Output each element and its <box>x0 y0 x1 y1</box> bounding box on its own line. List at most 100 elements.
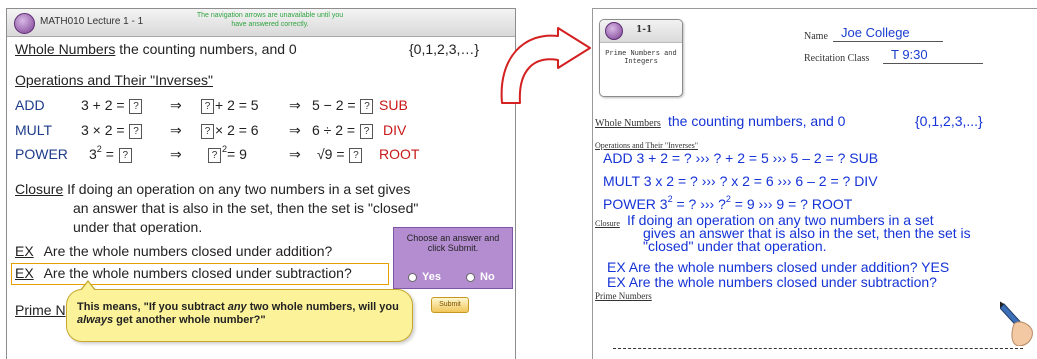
operations-heading: Operations and Their "Inverses" <box>15 72 214 88</box>
no-label: No <box>480 271 495 283</box>
add-expr: 3 + 2 = <box>81 97 125 113</box>
logo-icon <box>14 13 35 34</box>
equals: = <box>105 146 114 162</box>
op-mult: MULT <box>15 122 53 138</box>
hint-text-part: two whole numbers, will you <box>246 301 399 313</box>
power-exponent: 2 <box>222 144 228 154</box>
answer-box: ? <box>208 147 221 163</box>
add-line: ADD 3 + 2 = ? ››› ? + 2 = 5 ››› 5 – 2 = … <box>603 150 879 166</box>
prime-numbers-label: Prime Numbers <box>595 291 652 301</box>
power-missing: ?2= 9 <box>207 144 247 163</box>
closure-line-1: Closure If doing an operation on any two… <box>15 181 410 197</box>
window-title: MATH010 Lecture 1 - 1 <box>40 16 144 27</box>
hint-text-part: This means, "If you subtract <box>77 301 228 313</box>
logo-icon <box>605 22 623 40</box>
add-row: ADD 3 + 2 = ? ⇒ ? + 2 = 5 ⇒ 5 − 2 = ? SUB <box>7 97 507 117</box>
answer-box: ? <box>201 98 214 114</box>
add-inverse: 5 − 2 = ? <box>312 97 374 114</box>
submit-button[interactable]: Submit <box>431 297 469 313</box>
hint-emphasis-always: always <box>77 314 114 326</box>
hint-text-part: get another whole number?" <box>113 314 266 326</box>
inverse-sub: SUB <box>379 97 408 113</box>
add-missing-expr: + 2 = 5 <box>215 97 259 113</box>
div-expr: 6 ÷ 2 = <box>312 122 356 138</box>
arrow: ⇒ <box>289 122 301 138</box>
inverse-div: DIV <box>383 122 407 138</box>
whole-numbers-set: {0,1,2,3,…} <box>409 41 480 57</box>
closure-text-3: under that operation. <box>73 219 203 235</box>
mult-missing-expr: × 2 = 6 <box>215 122 259 138</box>
power-forward: 32 = ? <box>89 144 133 163</box>
arrow: ⇒ <box>170 97 182 113</box>
lecture-slide-panel: MATH010 Lecture 1 - 1 The navigation arr… <box>6 8 516 359</box>
power-exponent: 2 <box>667 194 673 204</box>
name-label: Name <box>804 31 828 42</box>
lecture-number: 1-1 <box>636 25 653 35</box>
answer-box: ? <box>118 147 132 163</box>
answer-chooser: Choose an answer and click Submit. Yes N… <box>393 227 513 289</box>
handwritten-notes-panel: 1-1 Prime Numbers and Integers Name Joe … <box>592 8 1037 359</box>
root-expr: √9 = <box>317 146 345 162</box>
prime-numbers-partial: Prime N <box>15 302 66 318</box>
answer-box: ? <box>129 123 143 139</box>
whole-numbers-text: the counting numbers, and 0 <box>668 113 846 129</box>
closure-text-3: "closed" under that operation. <box>643 238 827 254</box>
ex1-label: EX <box>15 243 34 259</box>
ex2-note: EX Are the whole numbers closed under su… <box>607 274 937 290</box>
window-titlebar: MATH010 Lecture 1 - 1 The navigation arr… <box>7 9 515 37</box>
answer-box: ? <box>129 98 143 114</box>
closure-label: Closure <box>595 219 620 228</box>
navigation-notice: The navigation arrows are unavailable un… <box>196 12 344 28</box>
class-underline <box>883 63 983 64</box>
power-base: POWER 3 <box>603 196 668 212</box>
whole-numbers-text: the counting numbers, and 0 <box>119 41 297 57</box>
yes-option[interactable]: Yes <box>408 271 441 283</box>
power-exponent: 2 <box>96 144 102 154</box>
answer-box: ? <box>201 123 214 139</box>
add-missing: ? + 2 = 5 <box>200 97 259 114</box>
op-power: POWER <box>15 146 68 162</box>
closure-text-1: If doing an operation on any two numbers… <box>67 181 411 197</box>
radio-icon[interactable] <box>466 272 475 282</box>
power-base: 3 <box>89 146 97 162</box>
ex1-text: Are the whole numbers closed under addit… <box>43 243 333 259</box>
whole-numbers-label: Whole Numbers <box>595 118 661 129</box>
recitation-class-value: T 9:30 <box>891 47 928 62</box>
mult-line: MULT 3 x 2 = ? ››› ? x 2 = 6 ››› 6 – 2 =… <box>603 173 878 189</box>
ex2-text: Are the whole numbers closed under subtr… <box>43 265 352 281</box>
arrow: ⇒ <box>170 122 182 138</box>
ex2-label: EX <box>15 265 34 281</box>
mult-inverse: 6 ÷ 2 = ? <box>312 122 374 139</box>
example-1: EX Are the whole numbers closed under ad… <box>15 243 332 259</box>
curved-arrow-icon <box>500 27 591 104</box>
power-missing-expr: = 9 <box>227 146 247 162</box>
lecture-title: Prime Numbers and Integers <box>605 50 677 66</box>
callout-tail-fill <box>81 282 95 291</box>
whole-numbers-row: Whole Numbers the counting numbers, and … <box>15 41 297 57</box>
hint-emphasis-any: any <box>227 301 247 313</box>
power-exponent: 2 <box>725 194 731 204</box>
no-option[interactable]: No <box>466 271 495 283</box>
arrow: ⇒ <box>289 97 301 113</box>
arrow: ⇒ <box>170 146 182 162</box>
add-forward: 3 + 2 = ? <box>81 97 143 114</box>
inverse-root: ROOT <box>379 146 420 162</box>
recitation-class-label: Recitation Class <box>804 53 870 64</box>
power-line: POWER 32 = ? ››› ?2 = 9 ››› 9 = ? ROOT <box>603 194 852 212</box>
mult-row: MULT 3 × 2 = ? ⇒ ? × 2 = 6 ⇒ 6 ÷ 2 = ? DI… <box>7 122 507 142</box>
name-underline <box>833 41 943 42</box>
mult-forward: 3 × 2 = ? <box>81 122 143 139</box>
power-row: POWER 32 = ? ⇒ ?2= 9 ⇒ √9 = ? ROOT <box>7 144 507 166</box>
example-2: EX Are the whole numbers closed under su… <box>15 265 352 281</box>
radio-icon[interactable] <box>408 272 417 282</box>
answer-box: ? <box>360 123 373 139</box>
arrow: ⇒ <box>289 146 301 162</box>
name-value: Joe College <box>841 25 910 40</box>
sub-expr: 5 − 2 = <box>312 97 356 113</box>
answer-box: ? <box>349 147 363 163</box>
operations-heading: Operations and Their "Inverses" <box>595 141 699 150</box>
chooser-instructions: Choose an answer and click Submit. <box>406 233 500 253</box>
mult-expr: 3 × 2 = <box>81 122 125 138</box>
yes-label: Yes <box>422 271 441 283</box>
power-mid: = ? ››› ? <box>672 196 726 212</box>
